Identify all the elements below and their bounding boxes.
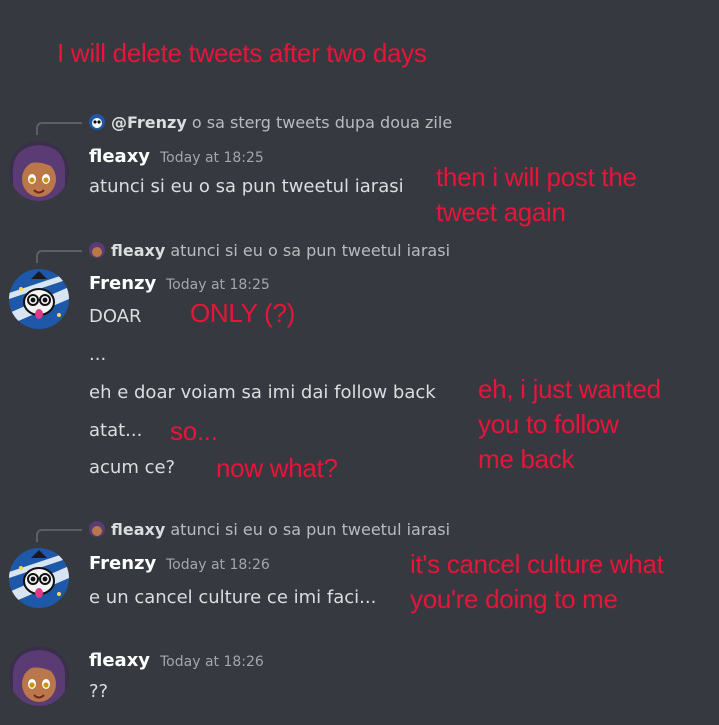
frenzy-avatar[interactable] (9, 269, 69, 329)
message-text: eh e doar voiam sa imi dai follow back (89, 382, 436, 403)
frenzy-avatar-icon (9, 269, 69, 329)
message-author[interactable]: Frenzy (89, 273, 156, 294)
fleaxy-avatar[interactable] (9, 646, 69, 706)
frenzy-avatar-icon (9, 548, 69, 608)
reply-connector (36, 122, 82, 135)
reply-author[interactable]: fleaxy (111, 241, 165, 260)
annotation-post-again-line2: tweet again (436, 197, 566, 227)
annotation-title: I will delete tweets after two days (57, 38, 427, 68)
annotation-cancel-line2: you're doing to me (410, 584, 618, 614)
reply-connector (36, 250, 82, 263)
message-text: atat... (89, 420, 143, 441)
reply-text: atunci si eu o sa pun tweetul iarasi (170, 241, 451, 260)
message-timestamp: Today at 18:25 (166, 277, 270, 293)
frenzy-avatar[interactable] (9, 548, 69, 608)
message-timestamp: Today at 18:26 (160, 654, 264, 670)
message-timestamp: Today at 18:25 (160, 150, 264, 166)
annotation-only: ONLY (?) (190, 298, 296, 328)
message-author[interactable]: Frenzy (89, 553, 156, 574)
message-timestamp: Today at 18:26 (166, 557, 270, 573)
reply-author[interactable]: fleaxy (111, 520, 165, 539)
reply-connector (36, 529, 82, 542)
annotation-post-again-line1: then i will post the (436, 162, 637, 192)
reply-author[interactable]: @Frenzy (111, 113, 187, 132)
message-author[interactable]: fleaxy (89, 650, 150, 671)
message-text: ?? (89, 681, 109, 702)
message-text: DOAR (89, 306, 142, 327)
message-text: acum ce? (89, 457, 176, 478)
annotation-so: so... (170, 416, 218, 446)
reply-preview[interactable]: fleaxy atunci si eu o sa pun tweetul iar… (89, 520, 450, 540)
frenzy-avatar-icon (89, 114, 105, 130)
annotation-cancel-line1: it's cancel culture what (410, 549, 664, 579)
annotation-follow-line1: eh, i just wanted (478, 374, 661, 404)
message-text: atunci si eu o sa pun tweetul iarasi (89, 176, 404, 197)
message-text: ... (89, 344, 107, 365)
reply-text: atunci si eu o sa pun tweetul iarasi (170, 520, 451, 539)
fleaxy-avatar-icon (89, 521, 105, 537)
fleaxy-avatar-icon (9, 141, 69, 201)
reply-text: o sa sterg tweets dupa doua zile (191, 113, 453, 132)
annotation-now-what: now what? (216, 453, 338, 483)
reply-preview[interactable]: fleaxy atunci si eu o sa pun tweetul iar… (89, 241, 450, 261)
fleaxy-avatar-icon (89, 242, 105, 258)
fleaxy-avatar[interactable] (9, 141, 69, 201)
fleaxy-avatar-icon (9, 646, 69, 706)
reply-preview[interactable]: @Frenzy o sa sterg tweets dupa doua zile (89, 113, 452, 133)
annotation-follow-line3: me back (478, 444, 575, 474)
annotation-follow-line2: you to follow (478, 409, 619, 439)
message-text: e un cancel culture ce imi faci... (89, 587, 377, 608)
message-author[interactable]: fleaxy (89, 146, 150, 167)
